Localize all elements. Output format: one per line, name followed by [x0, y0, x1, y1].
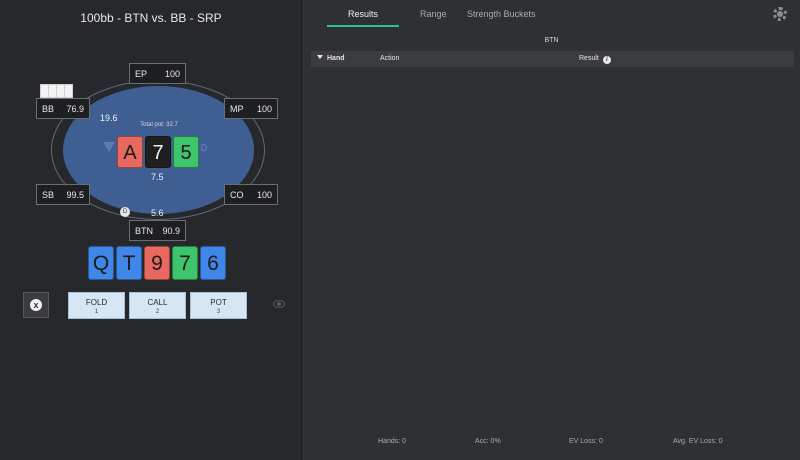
gear-icon[interactable]: [773, 7, 787, 21]
info-icon[interactable]: i: [602, 56, 611, 64]
action-label: FOLD: [85, 298, 108, 307]
player-label: BTN: [544, 37, 559, 44]
column-hand[interactable]: Hand: [317, 55, 345, 62]
board-card: A: [117, 136, 143, 168]
tab-results[interactable]: Results: [348, 9, 378, 19]
seat-co[interactable]: CO 100: [224, 184, 278, 205]
eye-icon[interactable]: [273, 300, 285, 308]
hole-card: 6: [200, 246, 226, 280]
logo-icon: [103, 142, 115, 152]
stat-avg-ev-loss: Avg. EV Loss: 0: [673, 438, 723, 445]
close-icon: x: [30, 299, 42, 311]
clear-button[interactable]: x: [23, 292, 49, 318]
stat-ev-loss: EV Loss: 0: [569, 438, 603, 445]
total-pot: Total pot: 32.7: [140, 122, 178, 128]
spot-title: 100bb - BTN vs. BB - SRP: [80, 11, 222, 25]
seat-stack: 100: [256, 103, 272, 114]
hole-card: 7: [172, 246, 198, 280]
caret-down-icon: [317, 55, 323, 59]
seat-bb[interactable]: BB 76.9: [36, 98, 90, 119]
seat-position: BB: [42, 103, 55, 114]
seat-stack: 100: [164, 68, 180, 79]
tab-bar: Results Range Strength Buckets: [303, 0, 800, 27]
bet-center: 7.5: [151, 172, 164, 182]
column-label: Hand: [327, 55, 345, 62]
stat-hands: Hands: 0: [378, 438, 407, 445]
action-hotkey: 2: [155, 309, 160, 315]
seat-btn[interactable]: BTN 90.9: [129, 220, 186, 241]
tab-strength-buckets[interactable]: Strength Buckets: [467, 9, 536, 19]
seat-position: EP: [135, 68, 148, 79]
column-result: Result i: [579, 55, 611, 64]
active-tab-indicator: [327, 25, 399, 27]
action-hotkey: 3: [216, 309, 221, 315]
dealer-button: D: [120, 207, 130, 217]
column-action: Action: [380, 55, 400, 62]
board-card: 5: [173, 136, 199, 168]
seat-stack: 99.5: [66, 189, 84, 200]
call-button[interactable]: CALL 2: [129, 292, 186, 319]
bb-chip-stack: [40, 84, 73, 98]
seat-position: SB: [42, 189, 55, 200]
bet-bb: 19.6: [100, 113, 118, 123]
seat-sb[interactable]: SB 99.5: [36, 184, 90, 205]
action-label: CALL: [147, 298, 168, 307]
seat-position: MP: [230, 103, 244, 114]
column-label: Result: [579, 55, 599, 62]
seat-position: CO: [230, 189, 244, 200]
hole-cards: Q T 9 7 6: [88, 246, 226, 280]
table-panel: 100bb - BTN vs. BB - SRP ND Total pot: 3…: [0, 0, 302, 460]
seat-ep[interactable]: EP 100: [129, 63, 186, 84]
board-card: 7: [145, 136, 171, 168]
bet-btn: 5.6: [151, 208, 164, 218]
hole-card: T: [116, 246, 142, 280]
pot-button[interactable]: POT 3: [190, 292, 247, 319]
results-panel: Results Range Strength Buckets BTN Hand …: [303, 0, 800, 460]
fold-button[interactable]: FOLD 1: [68, 292, 125, 319]
tab-range[interactable]: Range: [420, 9, 447, 19]
hole-card: 9: [144, 246, 170, 280]
seat-stack: 90.9: [162, 225, 180, 236]
seat-position: BTN: [135, 225, 153, 236]
stat-accuracy: Acc: 0%: [475, 438, 501, 445]
hole-card: Q: [88, 246, 114, 280]
seat-stack: 76.9: [66, 103, 84, 114]
results-table-header: Hand Action Result i: [311, 51, 794, 67]
seat-stack: 100: [256, 189, 272, 200]
action-hotkey: 1: [94, 309, 99, 315]
action-label: POT: [210, 298, 227, 307]
seat-mp[interactable]: MP 100: [224, 98, 278, 119]
